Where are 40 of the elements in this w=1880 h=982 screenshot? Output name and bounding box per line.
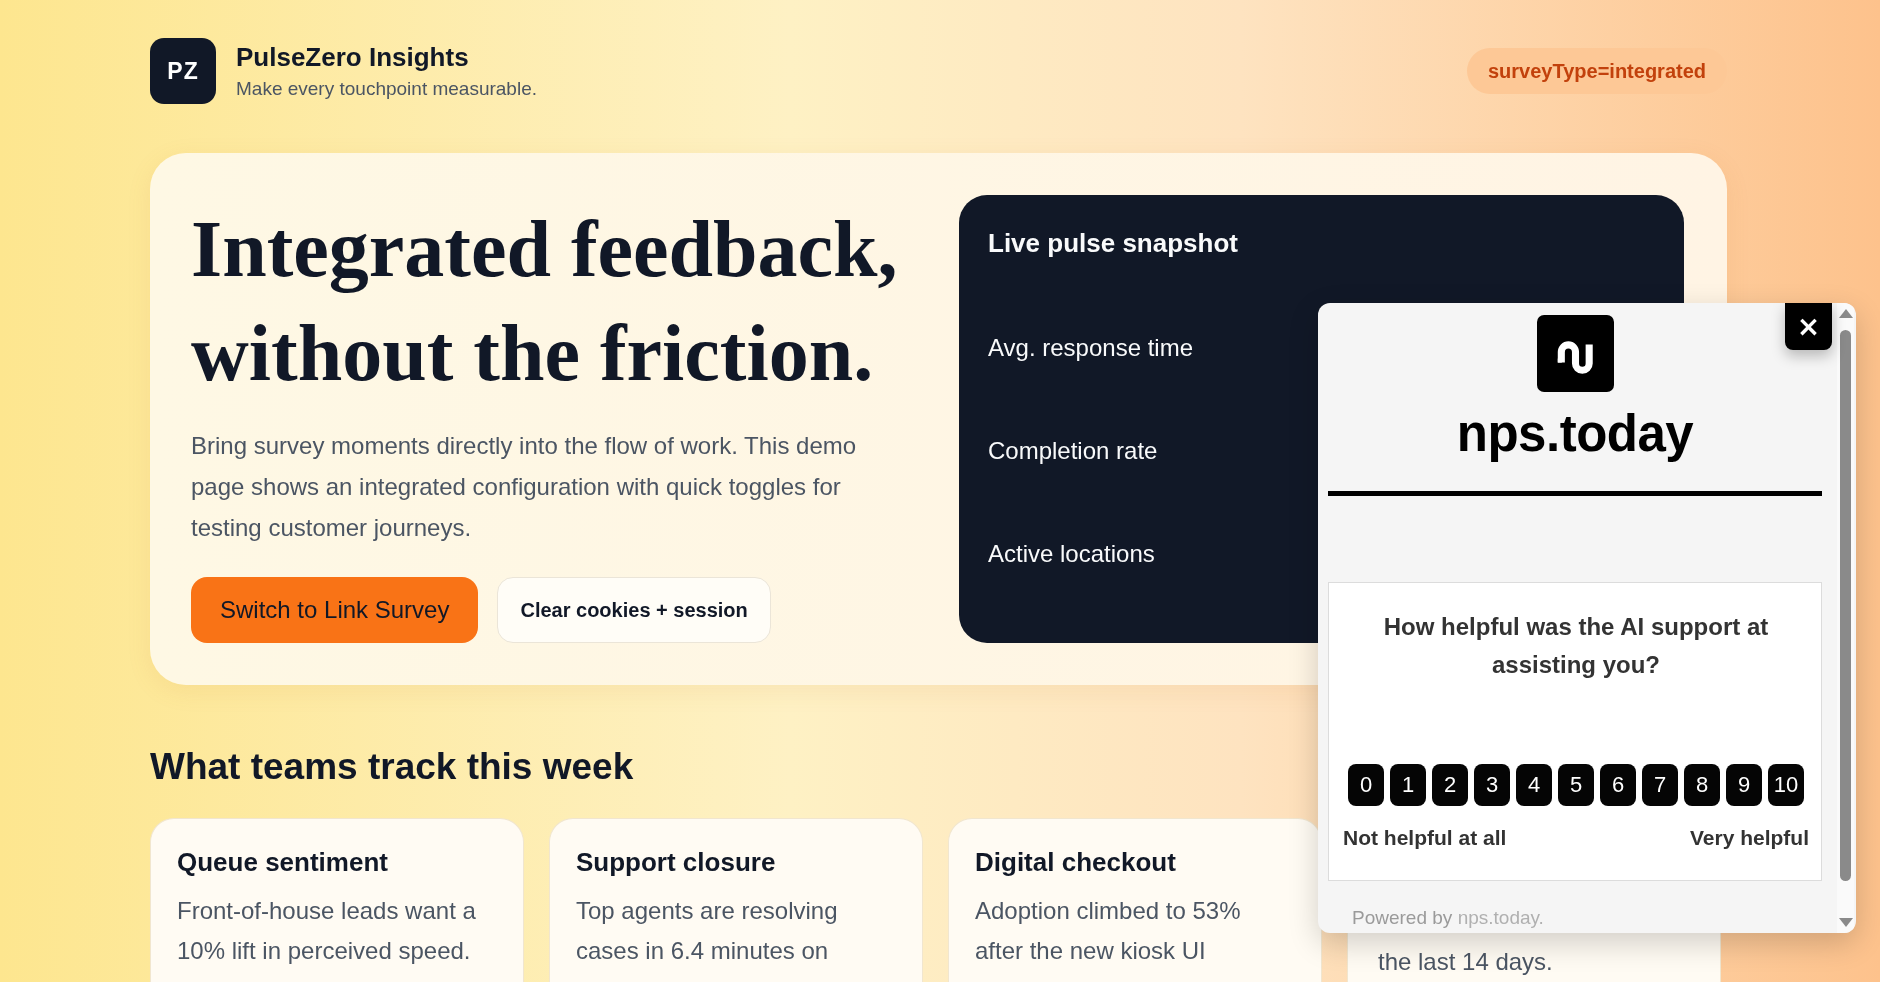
section-title: What teams track this week (150, 745, 634, 788)
close-button[interactable]: × (1785, 303, 1832, 350)
score-button[interactable]: 10 (1768, 764, 1804, 806)
hero-heading: Integrated feedback, without the friction. (191, 204, 898, 399)
card-text: Adoption climbed to 53% after the new kiosk UI (975, 896, 1242, 966)
card-text: the last 14 days. (1378, 947, 1553, 977)
card-text: Top agents are resolving cases in 6.4 minutes on (576, 896, 839, 966)
brand-tagline: Make every touchpoint measurable. (236, 77, 537, 101)
scale-low-label: Not helpful at all (1343, 826, 1507, 850)
scroll-down-icon[interactable] (1839, 918, 1853, 927)
switch-survey-button[interactable]: Switch to Link Survey (191, 577, 479, 643)
card-title: Queue sentiment (177, 846, 388, 879)
score-button[interactable]: 8 (1684, 764, 1720, 806)
score-button[interactable]: 4 (1516, 764, 1552, 806)
brand-name: PulseZero Insights (236, 41, 469, 73)
survey-question: How helpful was the AI support at assisting you? (1382, 612, 1770, 680)
nps-logo-icon (1536, 315, 1614, 392)
card-title: Support closure (576, 846, 776, 879)
snapshot-title: Live pulse snapshot (988, 227, 1238, 260)
score-button[interactable]: 3 (1474, 764, 1510, 806)
metric-label: Active locations (988, 539, 1155, 569)
score-button[interactable]: 6 (1600, 764, 1636, 806)
metric-label: Avg. response time (988, 333, 1193, 363)
powered-by-text: Powered by nps.today. (1352, 906, 1544, 930)
metric-label: Completion rate (988, 436, 1158, 466)
score-button[interactable]: 5 (1558, 764, 1594, 806)
scale-high-label: Very helpful (1689, 826, 1809, 850)
popup-brand-name: nps.today (1456, 406, 1694, 462)
scrollbar[interactable] (1837, 303, 1854, 933)
score-button[interactable]: 2 (1432, 764, 1468, 806)
scrollbar-thumb[interactable] (1840, 330, 1851, 881)
card-text: Front-of-house leads want a 10% lift in perceived speed. (177, 896, 477, 966)
score-button[interactable]: 0 (1348, 764, 1384, 806)
score-button[interactable]: 7 (1642, 764, 1678, 806)
brand-logo: PZ (150, 38, 216, 104)
clear-cookies-button[interactable]: Clear cookies + session (497, 577, 771, 643)
score-button[interactable]: 9 (1726, 764, 1762, 806)
score-button[interactable]: 1 (1390, 764, 1426, 806)
hero-description: Bring survey moments directly into the flow of work. This demo page shows an integrated configuration with quick toggles for testing customer journeys. (191, 431, 858, 543)
card-title: Digital checkout (975, 846, 1176, 879)
